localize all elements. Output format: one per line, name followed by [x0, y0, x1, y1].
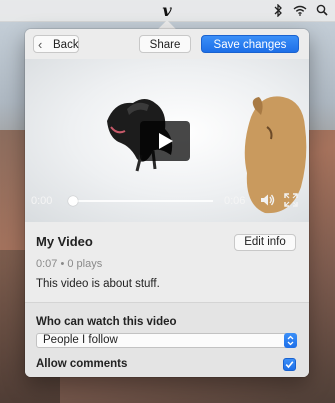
allow-comments-label: Allow comments [36, 358, 128, 370]
search-icon[interactable] [315, 3, 329, 17]
wifi-icon[interactable] [293, 3, 307, 17]
popover-toolbar: ‹ Back Share Save changes [25, 29, 309, 59]
current-time: 0:00 [31, 195, 53, 207]
checkmark-icon [285, 361, 294, 369]
back-button[interactable]: ‹ Back [33, 35, 79, 53]
duration: 0:06 [224, 195, 246, 207]
video-info-section: My Video Edit info 0:07 • 0 plays This v… [25, 222, 309, 302]
play-icon [159, 133, 173, 149]
seek-track[interactable] [73, 200, 213, 202]
privacy-select[interactable]: People I follow [36, 333, 297, 348]
video-description: This video is about stuff. [36, 278, 160, 290]
bluetooth-icon[interactable] [271, 3, 285, 17]
video-player[interactable]: 0:00 0:06 [25, 59, 309, 222]
play-button[interactable] [140, 121, 190, 161]
seek-knob[interactable] [68, 196, 78, 206]
share-button[interactable]: Share [139, 35, 191, 53]
video-title: My Video [36, 234, 93, 249]
volume-icon[interactable] [259, 192, 275, 208]
fullscreen-icon[interactable] [284, 193, 298, 207]
back-label: Back [53, 39, 79, 51]
allow-comments-checkbox[interactable] [283, 358, 296, 371]
privacy-section: Who can watch this video People I follow… [25, 303, 309, 377]
video-meta: 0:07 • 0 plays [36, 258, 103, 270]
menu-bar-status-area [271, 3, 329, 17]
menu-bar: v [0, 0, 335, 22]
chevron-left-icon: ‹ [38, 37, 43, 52]
privacy-selected-value: People I follow [43, 334, 118, 346]
privacy-label: Who can watch this video [36, 316, 177, 328]
vimeo-popover: ‹ Back Share Save changes 0:00 0:06 My V… [25, 29, 309, 377]
edit-info-button[interactable]: Edit info [234, 234, 296, 251]
vimeo-menubar-icon[interactable]: v [158, 1, 176, 20]
save-changes-button[interactable]: Save changes [201, 35, 299, 53]
select-arrows-icon [284, 333, 297, 348]
